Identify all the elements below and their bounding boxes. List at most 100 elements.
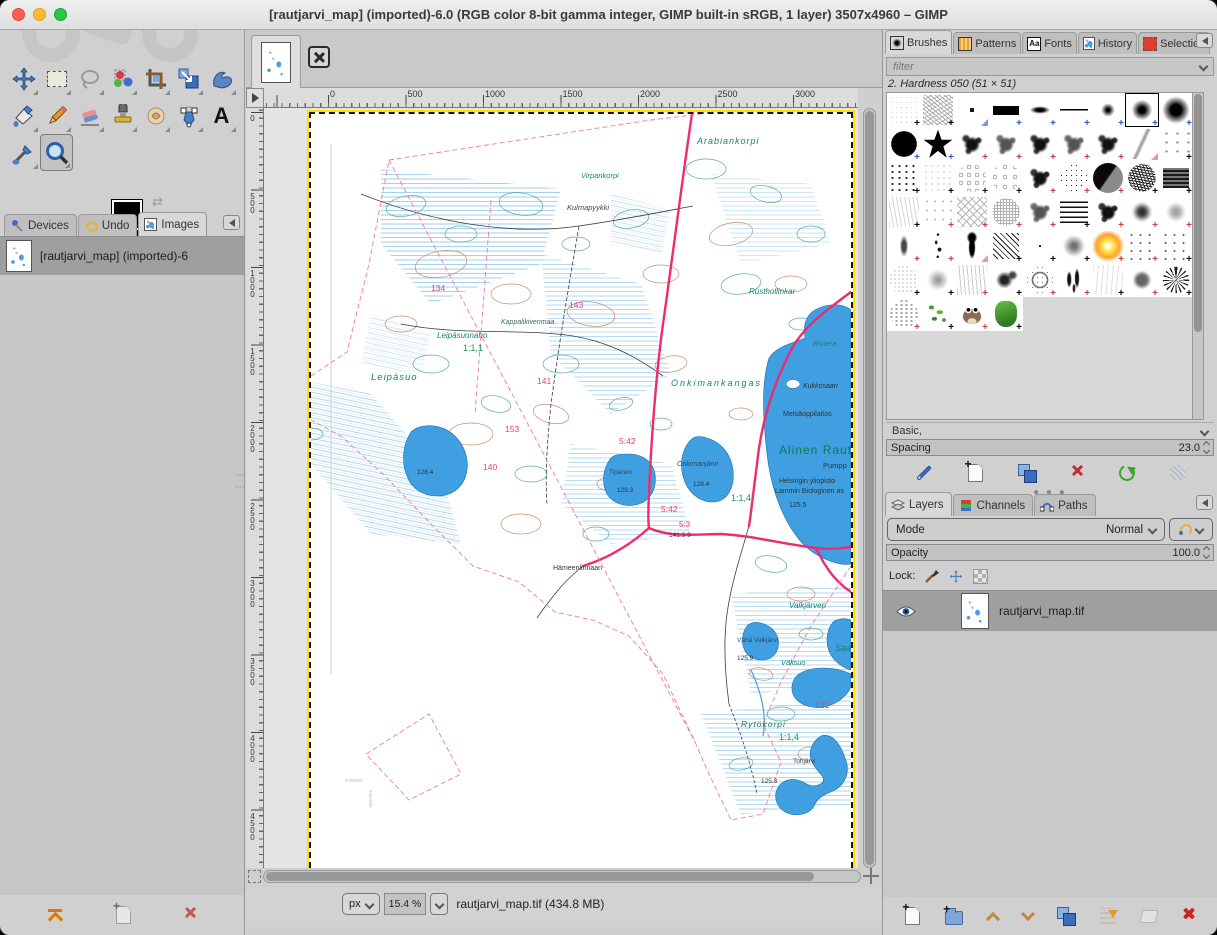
edit-brush-button[interactable] [916,465,932,481]
blend-space-button[interactable] [1169,518,1213,541]
raise-views-button[interactable] [47,909,63,921]
new-brush-button[interactable] [968,464,983,482]
vertical-scrollbar[interactable] [863,108,876,868]
ruler-corner-button[interactable] [246,88,264,108]
brush-cell-diag-lines[interactable]: + [989,229,1023,263]
brush-cell-burst[interactable]: + [1159,263,1193,297]
brush-cell-wilber[interactable]: + [955,297,989,331]
raise-layer-button[interactable] [986,911,1000,925]
zoom-level[interactable]: 15.4 % [384,893,427,915]
smudge-tool-button[interactable] [139,97,172,134]
brush-cell-blob-gray[interactable]: + [1125,263,1159,297]
lock-alpha-icon[interactable] [973,569,988,584]
brush-cell-vine[interactable] [955,229,989,263]
opacity-spinner[interactable] [1204,547,1209,558]
brush-cell-line-h[interactable]: + [1057,93,1091,127]
layer-name[interactable]: rautjarvi_map.tif [999,604,1084,618]
brush-cell-ellipse-soft[interactable]: + [1023,93,1057,127]
brush-cell-leaves[interactable]: + [921,297,955,331]
brush-cell-tex-soft[interactable]: + [921,263,955,297]
brush-cell-dots-v[interactable]: + [921,229,955,263]
new-view-button[interactable] [116,906,131,924]
lock-position-icon[interactable] [949,569,963,583]
tab-patterns[interactable]: Patterns [953,32,1021,54]
pencil-tool-button[interactable] [40,97,73,134]
crop-tool-button[interactable] [139,60,172,97]
rectangle-select-tool-button[interactable] [40,60,73,97]
layer-row[interactable]: rautjarvi_map.tif [883,591,1217,631]
brush-cell-sun[interactable]: + [1091,229,1125,263]
brush-cell-splat-d[interactable]: + [1057,127,1091,161]
brush-cell-dot-micro[interactable]: + [1023,229,1057,263]
brush-cell-dots-faint[interactable]: + [887,93,921,127]
brush-cell-specks[interactable]: + [1159,229,1193,263]
brush-cell-strokes-v[interactable]: + [955,263,989,297]
merge-down-button[interactable] [1100,908,1116,924]
vertical-scrollbar-thumb[interactable] [865,111,874,865]
unified-transform-tool-button[interactable] [172,60,205,97]
opacity-slider[interactable]: Opacity 100.0 [886,544,1214,561]
image-canvas[interactable]: ArabiankorpiVirpankorpiKulmapyykkiRustho… [309,112,853,868]
brush-cell-splat-dense[interactable]: + [1023,161,1057,195]
tab-fonts[interactable]: Aa Fonts [1022,32,1077,54]
vertical-ruler[interactable]: 050010001500200025003000350040004500 [246,108,264,868]
navigation-icon[interactable] [863,868,879,884]
brush-filter-input[interactable]: filter [886,57,1214,76]
brush-cell-dot-ring[interactable]: + [1057,161,1091,195]
horizontal-ruler[interactable]: 0500100015002000250030003500 [264,88,858,108]
brush-cell-scribble[interactable]: + [1125,161,1159,195]
zoom-window-button[interactable] [54,8,67,21]
brush-cell-stroke-faint[interactable] [1125,127,1159,161]
brush-cell-cells-ring[interactable]: + [989,161,1023,195]
brush-tag-select[interactable]: Basic, [886,422,1214,439]
brush-cell-block[interactable]: + [989,93,1023,127]
spacing-slider[interactable]: Spacing 23.0 [886,439,1214,456]
brush-cell-foliage[interactable]: + [887,297,921,331]
brush-cell-specks[interactable]: + [1125,229,1159,263]
pane-grip[interactable]: ⋮⋮ [234,470,245,494]
text-tool-button[interactable]: A [205,97,238,134]
lock-pixels-icon[interactable] [925,569,939,583]
brush-cell-cells[interactable]: + [955,161,989,195]
brush-cell-sketch-a[interactable]: + [887,195,921,229]
zoom-tool-button[interactable] [40,134,73,171]
brush-cell-dots-grid[interactable]: + [921,161,955,195]
brush-cell-pepper[interactable]: + [989,297,1023,331]
brush-cell-soft-s[interactable]: + [1091,93,1125,127]
duplicate-brush-button[interactable] [1018,464,1036,482]
brush-cell-splat-b[interactable]: + [989,127,1023,161]
layers-dock-menu-button[interactable] [1196,495,1213,510]
brush-cell-smudge-faint[interactable]: + [1159,195,1193,229]
zoom-select-button[interactable] [430,893,448,915]
delete-layer-button[interactable] [1182,907,1195,925]
brush-cell-sparse[interactable]: + [1159,127,1193,161]
left-dock-menu-button[interactable] [223,215,240,230]
brush-cell-figure[interactable]: + [1057,263,1091,297]
brush-cell-tex-round[interactable]: + [887,263,921,297]
brush-cell-splat-c[interactable]: + [1023,127,1057,161]
warp-transform-tool-button[interactable] [205,60,238,97]
brush-cell-splat-e[interactable]: + [1091,127,1125,161]
color-picker-tool-button[interactable] [7,134,40,171]
horizontal-scrollbar[interactable] [263,870,861,883]
tab-images[interactable]: Images [138,212,207,236]
bucket-fill-tool-button[interactable] [7,97,40,134]
spacing-spinner[interactable] [1204,442,1209,453]
delete-image-button[interactable] [184,906,197,924]
tab-channels[interactable]: Channels [953,494,1034,516]
tab-devices[interactable]: Devices [4,214,77,236]
brush-cell-dot-tiny[interactable] [955,93,989,127]
brush-cell-lines-h[interactable]: + [1057,195,1091,229]
brush-scrollbar-thumb[interactable] [1194,94,1202,332]
image-list-item[interactable]: [rautjarvi_map] (imported)-6 [0,237,244,275]
layer-mode-select[interactable]: Mode Normal [887,518,1165,541]
brush-cell-star[interactable]: + [921,127,955,161]
move-tool-button[interactable] [7,60,40,97]
tab-paths[interactable]: Paths [1034,494,1095,516]
tab-brushes[interactable]: Brushes [885,30,952,54]
brush-dock-menu-button[interactable] [1196,33,1213,48]
image-tab[interactable] [251,35,301,88]
brush-cell-soft-m[interactable]: + [1125,93,1159,127]
brush-cell-smudge[interactable]: + [1125,195,1159,229]
add-mask-button[interactable] [1139,910,1158,923]
